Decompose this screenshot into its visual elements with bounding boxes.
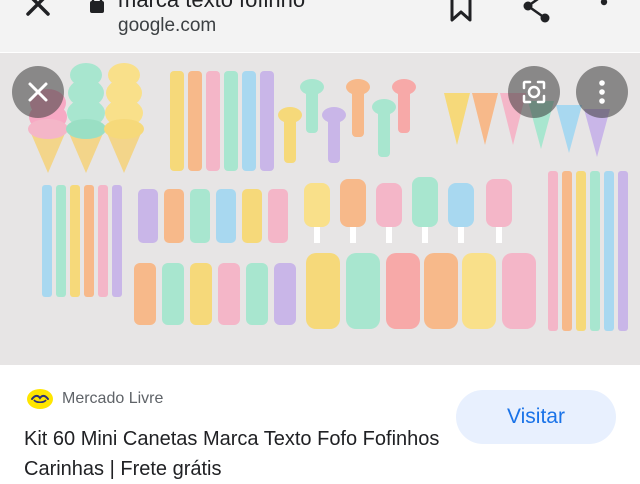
- mercado-livre-logo: [26, 388, 54, 410]
- more-vert-icon: [599, 80, 605, 104]
- close-image-button[interactable]: [12, 66, 64, 118]
- close-icon[interactable]: [20, 0, 56, 22]
- more-vert-icon[interactable]: [592, 0, 616, 24]
- result-image[interactable]: [0, 53, 640, 365]
- browser-top-bar: marca texto fofinho google.com: [0, 0, 640, 52]
- page-domain: google.com: [118, 15, 217, 36]
- close-icon: [28, 82, 48, 102]
- visit-button[interactable]: Visitar: [456, 390, 616, 444]
- lens-icon: [522, 80, 546, 104]
- page-title: marca texto fofinho: [118, 0, 408, 13]
- image-more-button[interactable]: [576, 66, 628, 118]
- result-title[interactable]: Kit 60 Mini Canetas Marca Texto Fofo Fof…: [24, 424, 444, 484]
- bookmark-icon[interactable]: [446, 0, 476, 22]
- lock-icon: [88, 0, 106, 14]
- source-name: Mercado Livre: [62, 390, 164, 407]
- share-icon[interactable]: [520, 0, 554, 24]
- lens-button[interactable]: [508, 66, 560, 118]
